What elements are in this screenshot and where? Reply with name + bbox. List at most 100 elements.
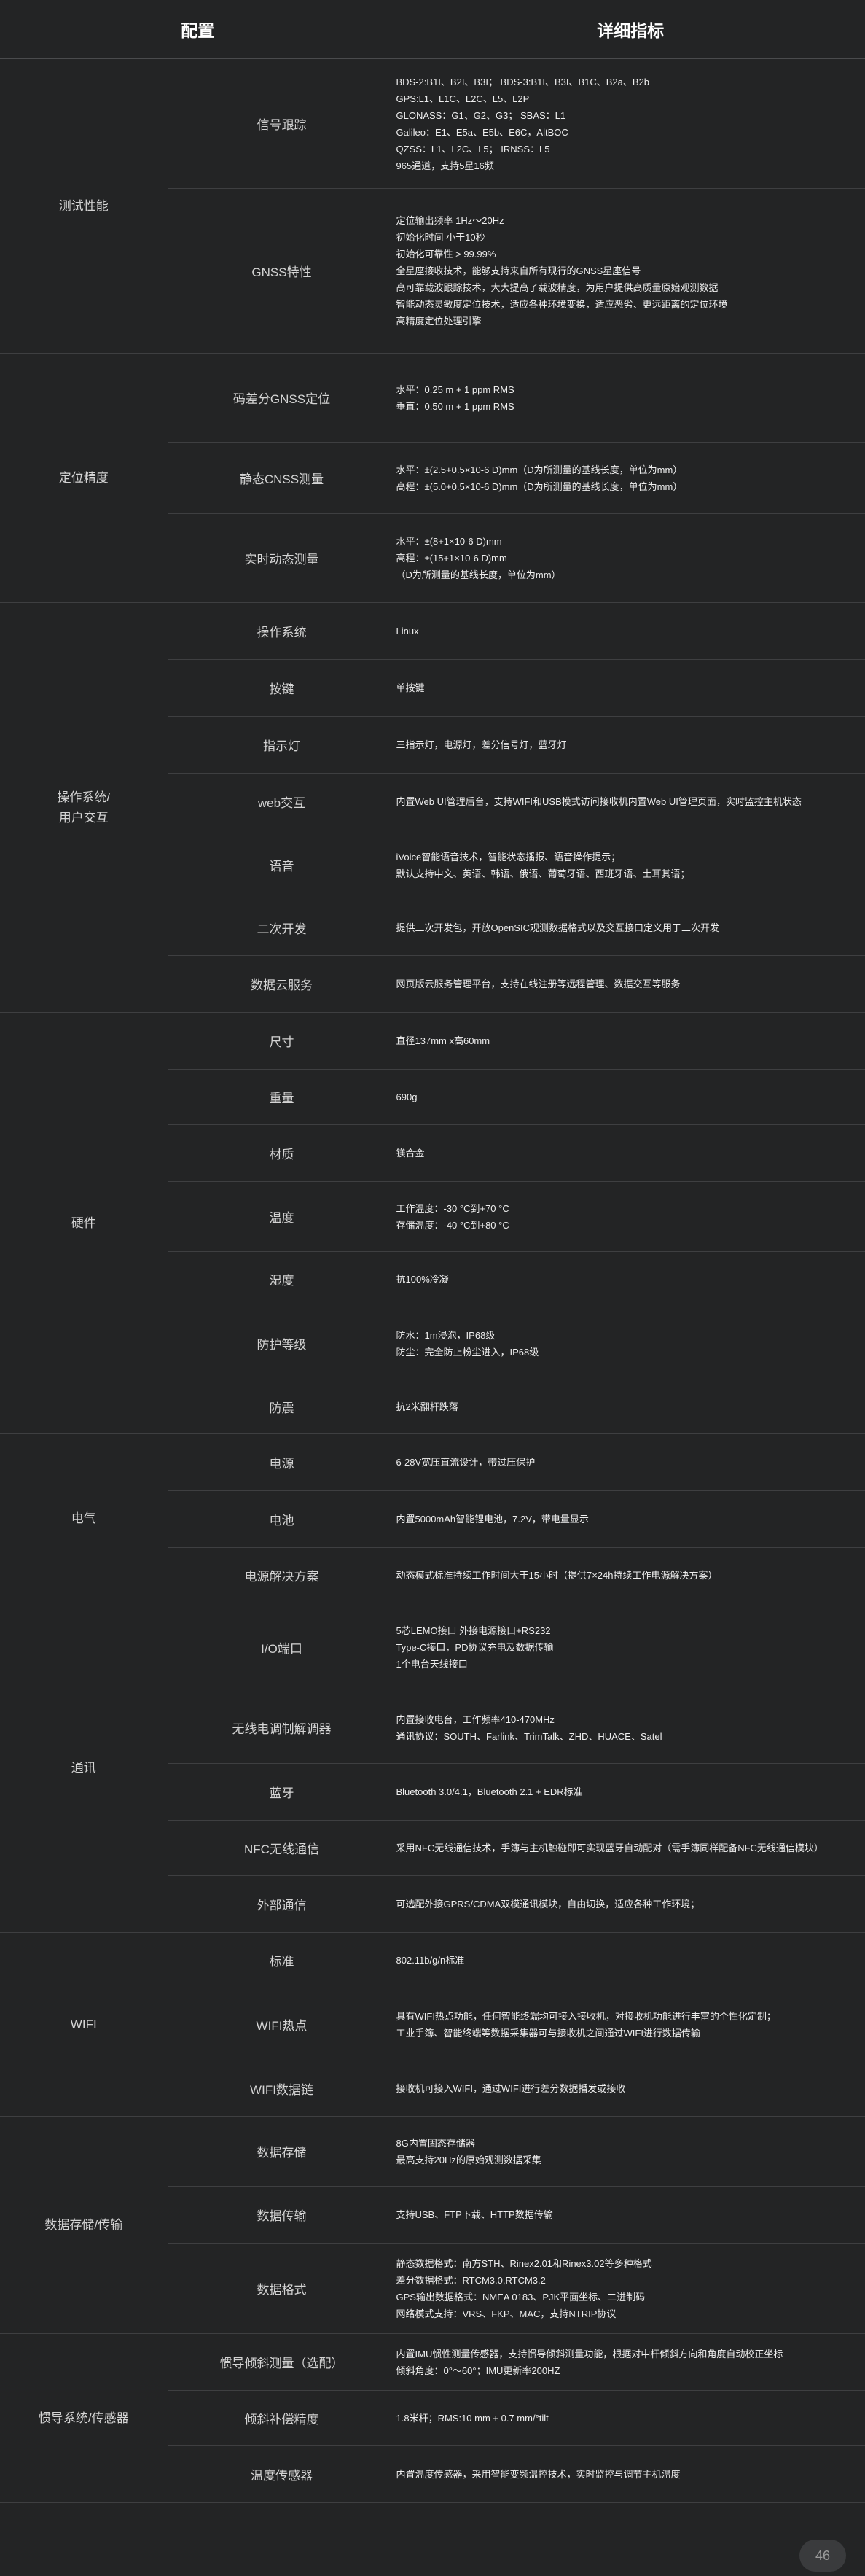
detail-line: 8G内置固态存储器 <box>396 2137 475 2149</box>
detail-line: 全星座接收技术，能够支持来自所有现行的GNSS星座信号 <box>396 265 641 276</box>
category-label: 硬件 <box>71 1215 96 1230</box>
detail-line: 802.11b/g/n标准 <box>396 1955 465 1966</box>
table-row: 测试性能 信号跟踪 BDS-2:B1I、B2I、B3I； BDS-3:B1I、B3I… <box>0 58 865 354</box>
item-detail: 镁合金 <box>396 1124 865 1182</box>
item-label: WIFI数据链 <box>168 2061 396 2117</box>
detail-line: 水平：±(8+1×10-6 D)mm <box>396 536 502 547</box>
detail-line: 高程：±(5.0+0.5×10-6 D)mm（D为所测量的基线长度，单位为mm） <box>396 480 683 492</box>
item-detail: 内置温度传感器，采用智能变频温控技术，实时监控与调节主机温度 <box>396 2445 865 2503</box>
detail-line: 最高支持20Hz的原始观测数据采集 <box>396 2154 541 2166</box>
detail-line: 6-28V宽压直流设计，带过压保护 <box>396 1457 536 1468</box>
detail-line: 965通道，支持5星16频 <box>396 160 494 171</box>
detail-line: 抗2米翻杆跌落 <box>396 1401 458 1412</box>
item-label: 电池 <box>168 1490 396 1548</box>
item-detail: 具有WIFI热点功能，任何智能终端均可接入接收机，对接收机功能进行丰富的个性化定… <box>396 1988 865 2061</box>
detail-line: 支持USB、FTP下载、HTTP数据传输 <box>396 2209 553 2220</box>
item-label: 电源 <box>168 1433 396 1491</box>
item-detail: 提供二次开发包，开放OpenSIC观测数据格式以及交互接口定义用于二次开发 <box>396 900 865 956</box>
detail-line: 690g <box>396 1092 418 1102</box>
header-detail: 详细指标 <box>395 0 865 59</box>
detail-line: 直径137mm x高60mm <box>396 1035 490 1046</box>
detail-line: 差分数据格式：RTCM3.0,RTCM3.2 <box>396 2274 546 2286</box>
detail-line: 1个电台天线接口 <box>396 1659 468 1670</box>
item-label: 数据云服务 <box>168 955 396 1013</box>
item-label: 指示灯 <box>168 716 396 774</box>
category-cell: 电气 <box>0 1433 168 1603</box>
header-config: 配置 <box>0 0 396 59</box>
item-label: WIFI热点 <box>168 1988 396 2061</box>
detail-line: 智能动态灵敏度定位技术，适应各种环境变换，适应恶劣、更远距离的定位环境 <box>396 299 728 310</box>
item-label: 蓝牙 <box>168 1763 396 1821</box>
table-row: 定位精度 码差分GNSS定位 水平：0.25 m + 1 ppm RMS 垂直：0.5… <box>0 353 865 603</box>
category-label: 电气 <box>71 1511 96 1525</box>
item-detail: BDS-2:B1I、B2I、B3I； BDS-3:B1I、B3I、B1C、B2a… <box>396 58 865 189</box>
detail-line: 可选配外接GPRS/CDMA双模通讯模块，自由切换，适应各种工作环境； <box>396 1899 700 1910</box>
item-detail: 内置接收电台，工作频率410-470MHz 通讯协议：SOUTH、Farlink、… <box>396 1692 865 1764</box>
category-cell: 数据存储/传输 <box>0 2116 168 2334</box>
detail-line: Linux <box>396 626 419 637</box>
detail-line: 防尘：完全防止粉尘进入，IP68级 <box>396 1346 539 1358</box>
item-label: 湿度 <box>168 1251 396 1307</box>
detail-line: 工作温度：-30 °C到+70 °C <box>396 1202 509 1214</box>
item-label: 惯导倾斜测量（选配） <box>168 2333 396 2391</box>
item-detail: 802.11b/g/n标准 <box>396 1932 865 1988</box>
detail-line: 水平：0.25 m + 1 ppm RMS <box>396 384 514 395</box>
detail-line: GLONASS：G1、G2、G3； SBAS：L1 <box>396 109 566 121</box>
item-detail: iVoice智能语音技术，智能状态播报、语音操作提示； 默认支持中文、英语、韩语、… <box>396 830 865 900</box>
category-label: 定位精度 <box>58 470 109 485</box>
item-label: 防护等级 <box>168 1307 396 1380</box>
category-label: 测试性能 <box>58 198 109 213</box>
item-label: 温度 <box>168 1181 396 1252</box>
detail-line: 水平：±(2.5+0.5×10-6 D)mm（D为所测量的基线长度，单位为mm） <box>396 464 683 475</box>
detail-line: 默认支持中文、英语、韩语、俄语、葡萄牙语、西班牙语、土耳其语； <box>396 868 690 879</box>
detail-line: 提供二次开发包，开放OpenSIC观测数据格式以及交互接口定义用于二次开发 <box>396 922 719 933</box>
item-detail: 动态模式标准持续工作时间大于15小时（提供7×24h持续工作电源解决方案） <box>396 1547 865 1603</box>
item-label: web交互 <box>168 773 396 830</box>
item-detail: 防水：1m浸泡，IP68级 防尘：完全防止粉尘进入，IP68级 <box>396 1307 865 1380</box>
item-label: 无线电调制解调器 <box>168 1692 396 1764</box>
item-detail: Linux <box>396 602 865 660</box>
detail-line: 内置温度传感器，采用智能变频温控技术，实时监控与调节主机温度 <box>396 2469 681 2480</box>
item-detail: 690g <box>396 1069 865 1125</box>
detail-line: 内置Web UI管理后台，支持WIFI和USB模式访问接收机内置Web UI管理… <box>396 796 802 807</box>
category-cell: 操作系统/用户交互 <box>0 602 168 1013</box>
category-label: 操作系统/ <box>57 790 111 804</box>
item-label: 实时动态测量 <box>168 513 396 603</box>
detail-line: GPS输出数据格式：NMEA 0183、PJK平面坐标、二进制码 <box>396 2291 646 2303</box>
table-row: 通讯 I/O端口 5芯LEMO接口 外接电源接口+RS232 Type-C接口，PD协… <box>0 1603 865 1933</box>
category-cell: 惯导系统/传感器 <box>0 2333 168 2503</box>
item-label: GNSS特性 <box>168 188 396 354</box>
category-cell: 硬件 <box>0 1012 168 1434</box>
item-label: 按键 <box>168 659 396 717</box>
item-label: 操作系统 <box>168 602 396 660</box>
item-detail: 直径137mm x高60mm <box>396 1012 865 1070</box>
item-detail: 采用NFC无线通信技术，手簿与主机触碰即可实现蓝牙自动配对（需手簿同样配备NFC… <box>396 1820 865 1876</box>
table-row: 惯导系统/传感器 惯导倾斜测量（选配） 内置IMU惯性测量传感器，支持惯导倾斜测量功… <box>0 2333 865 2503</box>
item-detail: 1.8米杆；RMS:10 mm + 0.7 mm/°tilt <box>396 2390 865 2446</box>
category-label: WIFI <box>70 2017 97 2031</box>
item-detail: 内置IMU惯性测量传感器，支持惯导倾斜测量功能，根据对中杆倾斜方向和角度自动校正… <box>396 2333 865 2391</box>
scroll-top-badge[interactable]: 46 <box>799 2540 846 2572</box>
detail-line: 内置5000mAh智能锂电池，7.2V，带电量显示 <box>396 1514 589 1525</box>
item-detail: 水平：±(2.5+0.5×10-6 D)mm（D为所测量的基线长度，单位为mm）… <box>396 442 865 514</box>
item-detail: 网页版云服务管理平台，支持在线注册等远程管理、数据交互等服务 <box>396 955 865 1013</box>
item-detail: 三指示灯，电源灯，差分信号灯，蓝牙灯 <box>396 716 865 774</box>
item-detail: 内置Web UI管理后台，支持WIFI和USB模式访问接收机内置Web UI管理… <box>396 773 865 830</box>
category-cell: 测试性能 <box>0 58 168 354</box>
item-label: 静态CNSS测量 <box>168 442 396 514</box>
item-detail: 定位输出频率 1Hz～20Hz 初始化时间 小于10秒 初始化可靠性 > 99.99… <box>396 188 865 354</box>
detail-line: 1.8米杆；RMS:10 mm + 0.7 mm/°tilt <box>396 2413 549 2424</box>
detail-line: 抗100%冷凝 <box>396 1274 449 1285</box>
detail-line: 初始化时间 小于10秒 <box>396 232 485 243</box>
table-row: 电气 电源 6-28V宽压直流设计，带过压保护 <box>0 1433 865 1603</box>
detail-line: 高精度定位处理引擎 <box>396 316 482 327</box>
spec-body: 测试性能 信号跟踪 BDS-2:B1I、B2I、B3I； BDS-3:B1I、B3I… <box>0 58 865 2503</box>
item-label: 外部通信 <box>168 1875 396 1933</box>
detail-line: 高程：±(15+1×10-6 D)mm <box>396 553 507 564</box>
item-detail: 6-28V宽压直流设计，带过压保护 <box>396 1433 865 1491</box>
item-detail: 工作温度：-30 °C到+70 °C 存储温度：-40 °C到+80 °C <box>396 1181 865 1252</box>
detail-line: 工业手簿、智能终端等数据采集器可与接收机之间通过WIFI进行数据传输 <box>396 2027 700 2039</box>
item-label: 重量 <box>168 1069 396 1125</box>
detail-line: 网页版云服务管理平台，支持在线注册等远程管理、数据交互等服务 <box>396 978 681 989</box>
detail-line: Type-C接口，PD协议充电及数据传输 <box>396 1642 554 1653</box>
